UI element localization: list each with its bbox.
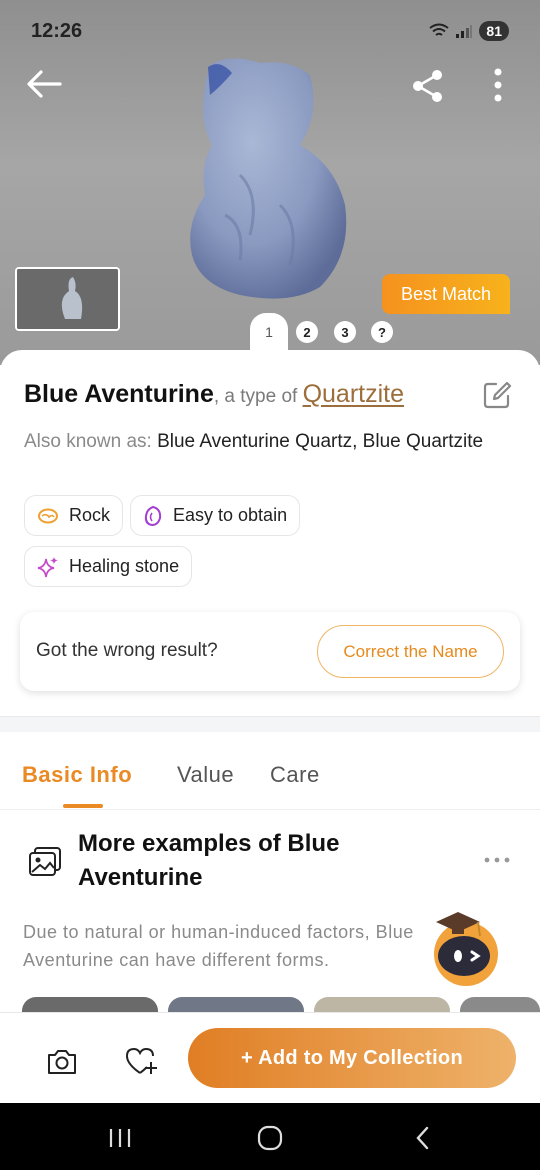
back-arrow-icon[interactable] (24, 64, 64, 104)
wrong-result-card: Got the wrong result? Correct the Name (20, 612, 520, 691)
sparkle-icon (37, 556, 58, 577)
best-match-badge: Best Match (382, 274, 510, 314)
tab-basic-info[interactable]: Basic Info (22, 762, 132, 788)
pager-item-2[interactable]: 2 (296, 321, 318, 343)
tag-easy-to-obtain[interactable]: Easy to obtain (130, 495, 301, 536)
tab-value[interactable]: Value (177, 762, 234, 788)
info-tabs: Basic Info Value Care (0, 732, 540, 810)
wifi-icon (429, 23, 450, 36)
examples-more-icon[interactable] (482, 850, 512, 870)
nav-back-icon[interactable] (408, 1123, 438, 1153)
rock-icon (38, 508, 58, 523)
camera-icon[interactable] (46, 1047, 78, 1077)
section-divider (0, 716, 540, 732)
hero-image[interactable]: 12:26 81 Best Match 1 2 3 ? (0, 0, 540, 365)
add-to-collection-button[interactable]: + Add to My Collection (188, 1028, 516, 1088)
tag-healing-label: Healing stone (69, 556, 180, 576)
also-known-as: Also known as: Blue Aventurine Quartz, B… (24, 427, 494, 457)
more-options-icon[interactable] (486, 66, 510, 106)
bottom-action-bar: + Add to My Collection (0, 1012, 540, 1103)
tag-rock[interactable]: Rock (24, 495, 124, 536)
identification-card: Blue Aventurine, a type of Quartzite Als… (0, 350, 540, 720)
aka-value: Blue Aventurine Quartz, Blue Quartzite (157, 431, 484, 452)
home-icon[interactable] (255, 1123, 285, 1153)
gallery-icon (29, 847, 61, 876)
type-link[interactable]: Quartzite (303, 380, 404, 408)
tag-obtain-label: Easy to obtain (173, 505, 288, 525)
stone-photo (190, 58, 347, 299)
recent-apps-icon[interactable] (105, 1123, 135, 1153)
pager-item-1[interactable]: 1 (258, 321, 280, 343)
tag-healing-stone[interactable]: Healing stone (24, 546, 193, 587)
examples-description: Due to natural or human-induced factors,… (23, 922, 414, 970)
pager-item-help[interactable]: ? (371, 321, 393, 343)
tab-care[interactable]: Care (270, 762, 320, 788)
add-favorite-icon[interactable] (124, 1046, 158, 1076)
type-prefix: , a type of (213, 386, 303, 407)
tag-rock-label: Rock (69, 505, 111, 525)
status-icons: 81 (429, 21, 509, 41)
status-time: 12:26 (31, 20, 83, 42)
image-pager: 1 2 3 ? (0, 313, 540, 353)
aka-label: Also known as: (24, 431, 158, 452)
stone-name: Blue Aventurine (24, 380, 214, 408)
stone-title: Blue Aventurine, a type of Quartzite (24, 380, 444, 409)
system-nav-bar (0, 1103, 540, 1170)
share-icon[interactable] (408, 66, 448, 106)
assistant-mascot-icon[interactable] (420, 906, 508, 988)
active-tab-indicator (63, 804, 103, 808)
wrong-result-question: Got the wrong result? (36, 640, 218, 661)
battery-indicator: 81 (479, 21, 509, 41)
signal-icon (456, 25, 473, 38)
correct-name-button[interactable]: Correct the Name (317, 625, 504, 678)
obtain-icon (144, 505, 162, 526)
battery-level: 81 (486, 23, 502, 39)
status-bar: 12:26 81 (0, 0, 540, 62)
edit-icon[interactable] (482, 380, 512, 410)
pager-item-3[interactable]: 3 (334, 321, 356, 343)
examples-title: More examples of Blue Aventurine (78, 830, 340, 891)
